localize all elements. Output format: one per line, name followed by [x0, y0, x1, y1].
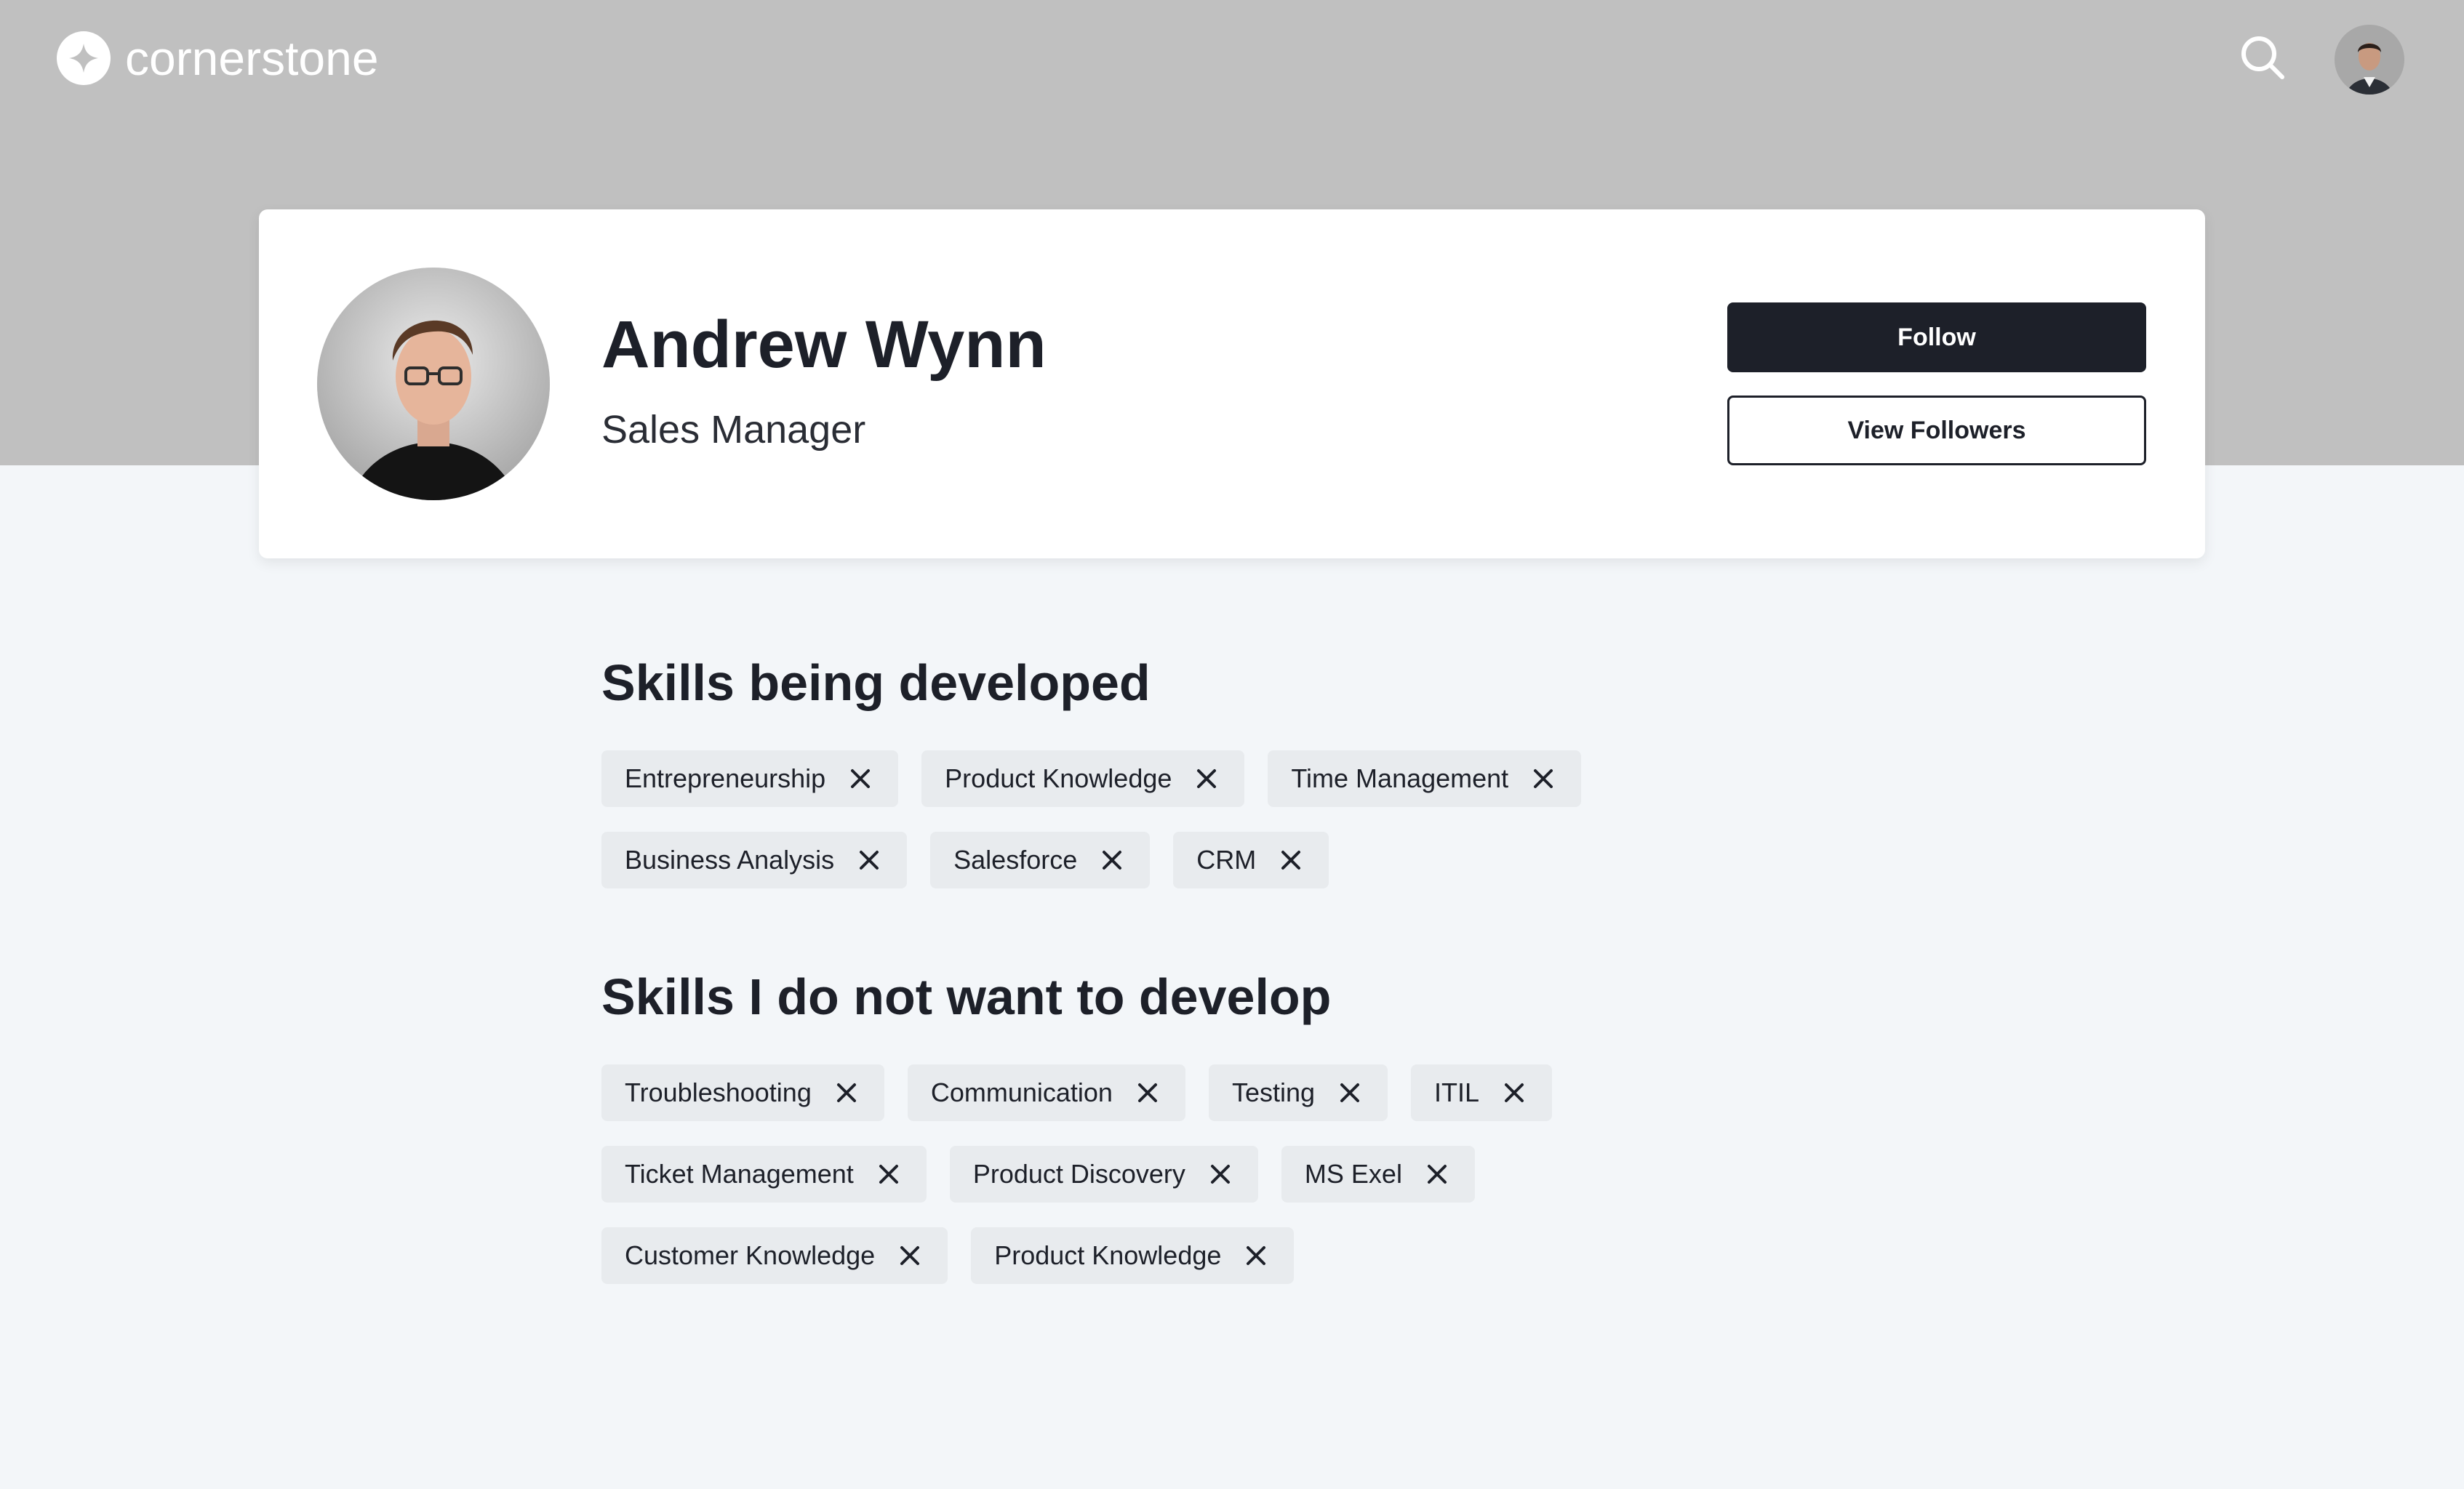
chip-row: Customer Knowledge Product Knowledge	[601, 1227, 1983, 1284]
skill-chip-label: Entrepreneurship	[625, 763, 826, 793]
chip-row: Business Analysis Salesforce CRM	[601, 832, 1983, 888]
close-icon[interactable]	[1500, 1078, 1529, 1107]
skill-chip: Ticket Management	[601, 1146, 927, 1203]
close-icon[interactable]	[1097, 846, 1127, 875]
close-icon[interactable]	[895, 1241, 924, 1270]
close-icon[interactable]	[1192, 764, 1221, 793]
section-title-skills-developing: Skills being developed	[601, 654, 1151, 711]
user-avatar[interactable]	[2335, 25, 2404, 95]
skill-chip-label: Product Knowledge	[945, 763, 1172, 793]
close-icon[interactable]	[1276, 846, 1305, 875]
skill-chip-label: Salesforce	[953, 845, 1078, 875]
skill-chip: Testing	[1208, 1064, 1388, 1121]
skill-chip: Product Knowledge	[921, 750, 1245, 807]
section-title-skills-not-developing: Skills I do not want to develop	[601, 968, 1332, 1025]
search-icon	[2239, 33, 2287, 85]
skill-chip-label: ITIL	[1434, 1077, 1480, 1107]
skill-chip-label: Product Discovery	[972, 1159, 1185, 1189]
skill-chip-label: Troubleshooting	[625, 1077, 812, 1107]
skill-chip: Salesforce	[930, 832, 1151, 888]
profile-card: Andrew Wynn Sales Manager Follow View Fo…	[259, 209, 2205, 558]
skills-developing-chips: Entrepreneurship Product Knowledge Time …	[601, 750, 1983, 888]
brand-logo[interactable]: cornerstone	[57, 29, 379, 87]
close-icon[interactable]	[1423, 1160, 1452, 1189]
brand-name: cornerstone	[125, 31, 379, 85]
close-icon[interactable]	[832, 1078, 861, 1107]
profile-photo	[317, 268, 550, 500]
skill-chip-label: Time Management	[1291, 763, 1509, 793]
close-icon[interactable]	[874, 1160, 903, 1189]
close-icon[interactable]	[1133, 1078, 1162, 1107]
skill-chip-label: Communication	[930, 1077, 1113, 1107]
skill-chip: Business Analysis	[601, 832, 908, 888]
skill-chip: Troubleshooting	[601, 1064, 884, 1121]
skill-chip: Customer Knowledge	[601, 1227, 948, 1284]
close-icon[interactable]	[1241, 1241, 1271, 1270]
skill-chip: Product Discovery	[949, 1146, 1258, 1203]
skills-developing-section: Skills being developed Entrepreneurship …	[601, 657, 1983, 913]
skill-chip-label: Testing	[1231, 1077, 1316, 1107]
skill-chip: Entrepreneurship	[601, 750, 899, 807]
follow-button[interactable]: Follow	[1727, 302, 2146, 372]
chip-row: Troubleshooting Communication Testing IT…	[601, 1064, 1983, 1121]
close-icon[interactable]	[1206, 1160, 1235, 1189]
close-icon[interactable]	[1335, 1078, 1364, 1107]
view-followers-button[interactable]: View Followers	[1727, 396, 2146, 465]
cornerstone-star-icon	[57, 31, 111, 85]
chip-row: Ticket Management Product Discovery MS E…	[601, 1146, 1983, 1203]
profile-name: Andrew Wynn	[601, 308, 1047, 382]
close-icon[interactable]	[855, 846, 884, 875]
skill-chip: MS Exel	[1281, 1146, 1475, 1203]
skill-chip: Product Knowledge	[971, 1227, 1295, 1284]
close-icon[interactable]	[1529, 764, 1558, 793]
skills-not-developing-section: Skills I do not want to develop Troubles…	[601, 971, 1983, 1309]
close-icon[interactable]	[846, 764, 875, 793]
skills-not-developing-chips: Troubleshooting Communication Testing IT…	[601, 1064, 1983, 1284]
skill-chip-label: Ticket Management	[625, 1159, 854, 1189]
skill-chip: ITIL	[1411, 1064, 1553, 1121]
skill-chip-label: MS Exel	[1304, 1159, 1402, 1189]
chip-row: Entrepreneurship Product Knowledge Time …	[601, 750, 1983, 807]
skill-chip-label: Product Knowledge	[994, 1240, 1222, 1270]
search-button[interactable]	[2237, 33, 2288, 84]
skill-chip-label: CRM	[1196, 845, 1257, 875]
skill-chip: CRM	[1173, 832, 1329, 888]
skill-chip: Time Management	[1268, 750, 1582, 807]
skill-chip-label: Customer Knowledge	[625, 1240, 876, 1270]
top-navigation-bar: cornerstone	[0, 0, 2464, 116]
skill-chip-label: Business Analysis	[625, 845, 835, 875]
profile-role: Sales Manager	[601, 408, 866, 451]
skill-chip: Communication	[907, 1064, 1185, 1121]
